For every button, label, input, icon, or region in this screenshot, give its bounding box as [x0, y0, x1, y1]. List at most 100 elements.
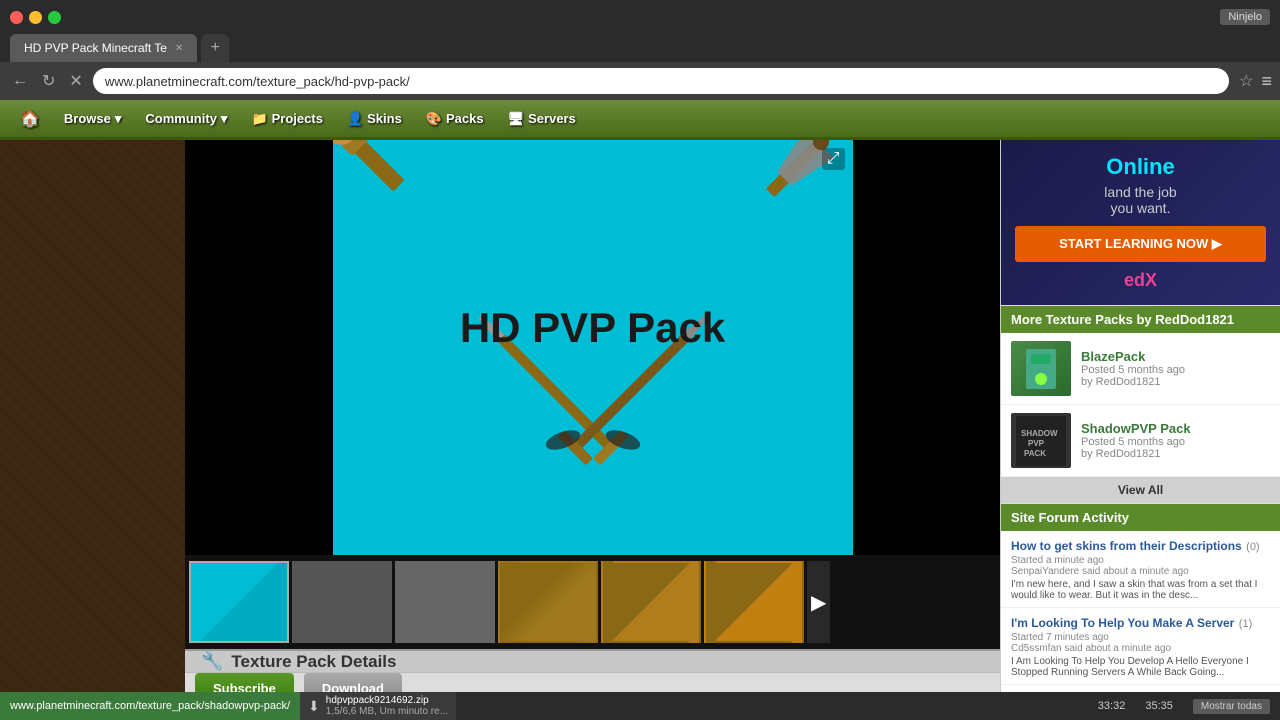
thumbnail-6[interactable]	[704, 561, 804, 643]
site-navigation: 🏠 Browse ▾ Community ▾ 📁 Projects 👤 Skin…	[0, 100, 1280, 140]
address-bar[interactable]: www.planetminecraft.com/texture_pack/hd-…	[93, 68, 1229, 94]
ad-cta-button[interactable]: START LEARNING NOW ▶	[1015, 226, 1266, 262]
status-url: www.planetminecraft.com/texture_pack/sha…	[0, 692, 300, 720]
forum-item-1: How to get skins from their Descriptions…	[1001, 531, 1280, 608]
blaze-pack-icon	[1016, 344, 1066, 394]
address-text: www.planetminecraft.com/texture_pack/hd-…	[105, 74, 410, 89]
forum-meta-2: Started 7 minutes ago	[1011, 632, 1270, 643]
shadow-pack-icon: SHADOW PVP PACK	[1016, 416, 1066, 466]
nav-projects-label: Projects	[272, 111, 323, 126]
main-image: HD PVP Pack ⤢	[333, 140, 853, 555]
projects-icon: 📁	[251, 111, 267, 127]
nav-servers[interactable]: 🖥 Servers	[498, 105, 586, 133]
forum-meta-1: Started a minute ago	[1011, 555, 1270, 566]
view-all-packs-button[interactable]: View All	[1001, 477, 1280, 503]
forum-activity-section: Site Forum Activity How to get skins fro…	[1001, 503, 1280, 692]
stop-button[interactable]: ✕	[65, 69, 86, 93]
maximize-window-button[interactable]	[48, 11, 61, 24]
blazepack-info: BlazePack Posted 5 months ago by RedDod1…	[1081, 349, 1270, 388]
title-bar: Ninjelo	[0, 0, 1280, 34]
thumbnail-4[interactable]	[498, 561, 598, 643]
blazepack-name[interactable]: BlazePack	[1081, 349, 1270, 364]
nav-packs[interactable]: 🎨 Packs	[416, 105, 494, 133]
thumbnail-1[interactable]	[189, 561, 289, 643]
time-right: 35:35	[1145, 700, 1173, 712]
thumbnail-5[interactable]	[601, 561, 701, 643]
pack-item-blazepack[interactable]: BlazePack Posted 5 months ago by RedDod1…	[1001, 333, 1280, 405]
forum-preview-1: I'm new here, and I saw a skin that was …	[1011, 579, 1270, 601]
more-packs-section: More Texture Packs by RedDod1821 BlazePa…	[1001, 305, 1280, 503]
shadowpvp-author: by RedDod1821	[1081, 448, 1270, 460]
shadowpvp-posted: Posted 5 months ago	[1081, 436, 1270, 448]
nav-skins-label: Skins	[367, 111, 402, 126]
chevron-down-icon: ▾	[115, 111, 122, 127]
forum-preview-2: I Am Looking To Help You Develop A Hello…	[1011, 656, 1270, 678]
forum-title-2[interactable]: I'm Looking To Help You Make A Server	[1011, 616, 1234, 630]
minimize-window-button[interactable]	[29, 11, 42, 24]
details-bar-title: Texture Pack Details	[231, 652, 396, 672]
main-content: HD PVP Pack ⤢ ▶ 🔧 Texture Pack Details S…	[0, 140, 1280, 692]
new-tab-button[interactable]: +	[201, 34, 229, 62]
nav-projects[interactable]: 📁 Projects	[241, 105, 333, 133]
back-button[interactable]: ←	[8, 70, 32, 92]
nav-community[interactable]: Community ▾	[135, 105, 237, 133]
tab-close-button[interactable]: ✕	[175, 43, 183, 54]
pack-item-shadowpvp[interactable]: SHADOW PVP PACK ShadowPVP Pack Posted 5 …	[1001, 405, 1280, 477]
left-sidebar	[0, 140, 185, 720]
download-icon: ⬇	[308, 698, 320, 715]
chevron-down-icon: ▾	[221, 111, 228, 127]
thumbnail-next-button[interactable]: ▶	[807, 561, 830, 643]
browser-chrome: Ninjelo HD PVP Pack Minecraft Te ✕ + ← ↻…	[0, 0, 1280, 100]
ad-headline: Online	[1015, 154, 1266, 180]
shadowpvp-name[interactable]: ShadowPVP Pack	[1081, 421, 1270, 436]
status-right: 33:32 35:35 Mostrar todas	[1098, 699, 1280, 714]
nav-packs-label: Packs	[446, 111, 484, 126]
shadowpvp-thumbnail: SHADOW PVP PACK	[1011, 413, 1071, 468]
thumbnail-2[interactable]	[292, 561, 392, 643]
user-badge: Ninjelo	[1220, 9, 1270, 25]
forum-header: Site Forum Activity	[1001, 504, 1280, 531]
download-indicator: ⬇ hdpvppack9214692.zip 1,5/6,6 MB, Um mi…	[300, 692, 456, 720]
svg-text:PACK: PACK	[1024, 449, 1046, 458]
status-url-text: www.planetminecraft.com/texture_pack/sha…	[10, 700, 290, 712]
more-packs-header: More Texture Packs by RedDod1821	[1001, 306, 1280, 333]
dl-filename: hdpvppack9214692.zip	[326, 695, 448, 706]
nav-browse[interactable]: Browse ▾	[54, 105, 132, 133]
forum-badge-2: (1)	[1239, 618, 1252, 630]
nav-skins[interactable]: 👤 Skins	[337, 105, 412, 133]
forum-user-1: SenpaiYandere said about a minute ago	[1011, 566, 1270, 577]
thumbnail-strip: ▶	[185, 555, 1000, 649]
window-controls[interactable]	[10, 11, 61, 24]
edx-logo: edX	[1015, 270, 1266, 291]
packs-icon: 🎨	[426, 111, 442, 127]
texture-pack-details-bar: 🔧 Texture Pack Details	[185, 649, 1000, 672]
active-tab[interactable]: HD PVP Pack Minecraft Te ✕	[10, 34, 197, 62]
expand-button[interactable]: ⤢	[822, 148, 845, 170]
svg-text:SHADOW: SHADOW	[1021, 429, 1058, 438]
blazepack-thumbnail	[1011, 341, 1071, 396]
nav-home[interactable]: 🏠	[10, 103, 50, 135]
forum-badge-1: (0)	[1246, 541, 1259, 553]
ad-subtext: land the job you want.	[1015, 184, 1266, 216]
thumbnail-3[interactable]	[395, 561, 495, 643]
blazepack-posted: Posted 5 months ago	[1081, 364, 1270, 376]
tab-title: HD PVP Pack Minecraft Te	[24, 41, 167, 55]
wrench-icon: 🔧	[201, 651, 223, 672]
forum-user-2: Cd5ssmfan said about a minute ago	[1011, 643, 1270, 654]
forum-item-3: How long does it take to get to lvl 30? …	[1001, 685, 1280, 692]
show-all-button[interactable]: Mostrar todas	[1193, 699, 1270, 714]
servers-icon: 🖥	[508, 111, 525, 127]
forum-title-1[interactable]: How to get skins from their Descriptions	[1011, 539, 1242, 553]
center-content: HD PVP Pack ⤢ ▶ 🔧 Texture Pack Details S…	[185, 140, 1000, 692]
forum-item-2: I'm Looking To Help You Make A Server (1…	[1001, 608, 1280, 685]
address-bar-row: ← ↻ ✕ www.planetminecraft.com/texture_pa…	[0, 62, 1280, 100]
tab-bar: HD PVP Pack Minecraft Te ✕ +	[0, 34, 1280, 62]
menu-button[interactable]: ≡	[1261, 71, 1272, 92]
time-left: 33:32	[1098, 700, 1126, 712]
shadowpvp-info: ShadowPVP Pack Posted 5 months ago by Re…	[1081, 421, 1270, 460]
advertisement: Online land the job you want. START LEAR…	[1001, 140, 1280, 305]
close-window-button[interactable]	[10, 11, 23, 24]
reload-button[interactable]: ↻	[38, 69, 59, 93]
nav-servers-label: Servers	[528, 111, 576, 126]
bookmark-button[interactable]: ☆	[1239, 71, 1253, 91]
